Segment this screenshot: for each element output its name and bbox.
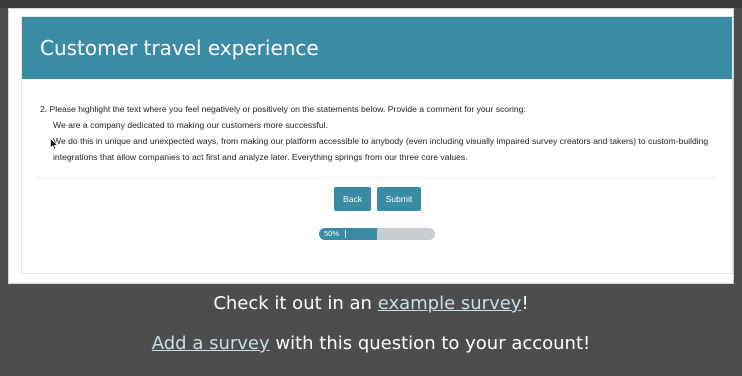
- top-strip: [0, 0, 742, 8]
- question-block: 2. Please highlight the text where you f…: [40, 101, 730, 165]
- survey-card: Customer travel experience 2. Please hig…: [21, 16, 733, 274]
- submit-button[interactable]: Submit: [377, 187, 421, 211]
- promo-banner: Check it out in an example survey! Add a…: [0, 284, 742, 376]
- promo-text: !: [521, 293, 529, 314]
- divider: [36, 177, 716, 178]
- back-button[interactable]: Back: [334, 187, 371, 211]
- progress-bar: 50%: [319, 228, 435, 240]
- highlightable-paragraph-2[interactable]: We do this in unique and unexpected ways…: [40, 133, 730, 165]
- add-survey-link[interactable]: Add a survey: [152, 333, 270, 354]
- mouse-cursor-icon: [50, 138, 58, 150]
- promo-line-1: Check it out in an example survey!: [0, 293, 742, 314]
- promo-line-2: Add a survey with this question to your …: [0, 333, 742, 354]
- promo-text: with this question to your account!: [269, 333, 591, 354]
- progress-label: 50%: [324, 229, 340, 238]
- survey-title: Customer travel experience: [22, 17, 732, 79]
- promo-text: Check it out in an: [213, 293, 378, 314]
- progress-separator: [345, 230, 346, 238]
- example-survey-link[interactable]: example survey: [378, 293, 522, 314]
- question-title: 2. Please highlight the text where you f…: [40, 104, 526, 114]
- highlightable-paragraph-1[interactable]: We are a company dedicated to making our…: [40, 117, 730, 133]
